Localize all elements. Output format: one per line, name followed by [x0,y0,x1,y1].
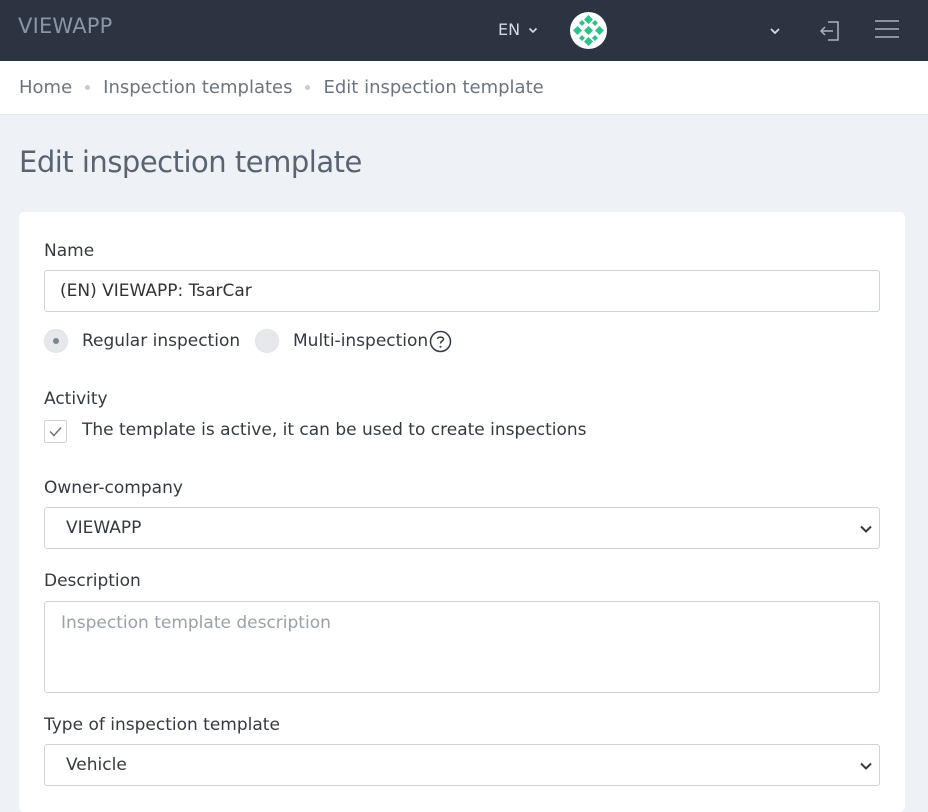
brand-logo[interactable]: VIEWAPP [18,14,113,38]
template-type-select[interactable]: Vehicle [44,744,880,786]
breadcrumb-separator [305,85,311,90]
activity-checkbox[interactable] [44,420,67,443]
user-menu-chevron-icon[interactable] [769,25,781,37]
multi-inspection-radio[interactable] [255,329,279,353]
breadcrumb-current: Edit inspection template [323,77,544,98]
chevron-down-icon [860,762,872,770]
owner-company-select[interactable]: VIEWAPP [44,507,880,549]
avatar[interactable] [570,12,607,49]
activity-checkbox-label[interactable]: The template is active, it can be used t… [82,420,587,440]
breadcrumb: Home Inspection templates Edit inspectio… [0,61,928,115]
checkmark-icon [49,427,62,437]
description-textarea[interactable]: Inspection template description [44,601,880,693]
help-icon[interactable] [429,330,452,353]
hamburger-menu-icon[interactable] [874,18,900,40]
multi-inspection-label[interactable]: Multi-inspection [293,331,428,351]
regular-inspection-label[interactable]: Regular inspection [82,331,240,351]
top-navbar: VIEWAPP EN [0,0,928,61]
regular-inspection-radio[interactable] [44,329,68,353]
template-type-label: Type of inspection template [44,715,280,735]
description-label: Description [44,571,141,591]
activity-label: Activity [44,389,108,409]
breadcrumb-home[interactable]: Home [19,77,72,98]
breadcrumb-inspection-templates[interactable]: Inspection templates [103,77,292,98]
template-type-value: Vehicle [66,755,127,775]
breadcrumb-separator [85,85,91,90]
logout-icon[interactable] [818,19,842,43]
language-selector[interactable]: EN [498,20,538,39]
language-label: EN [498,20,521,39]
page-title: Edit inspection template [19,145,362,179]
owner-company-label: Owner-company [44,478,183,498]
name-label: Name [44,241,95,261]
chevron-down-icon [529,27,538,33]
owner-company-value: VIEWAPP [66,518,142,538]
name-input[interactable]: (EN) VIEWAPP: TsarCar [44,270,880,312]
chevron-down-icon [860,525,872,533]
avatar-pattern-icon [573,15,604,46]
